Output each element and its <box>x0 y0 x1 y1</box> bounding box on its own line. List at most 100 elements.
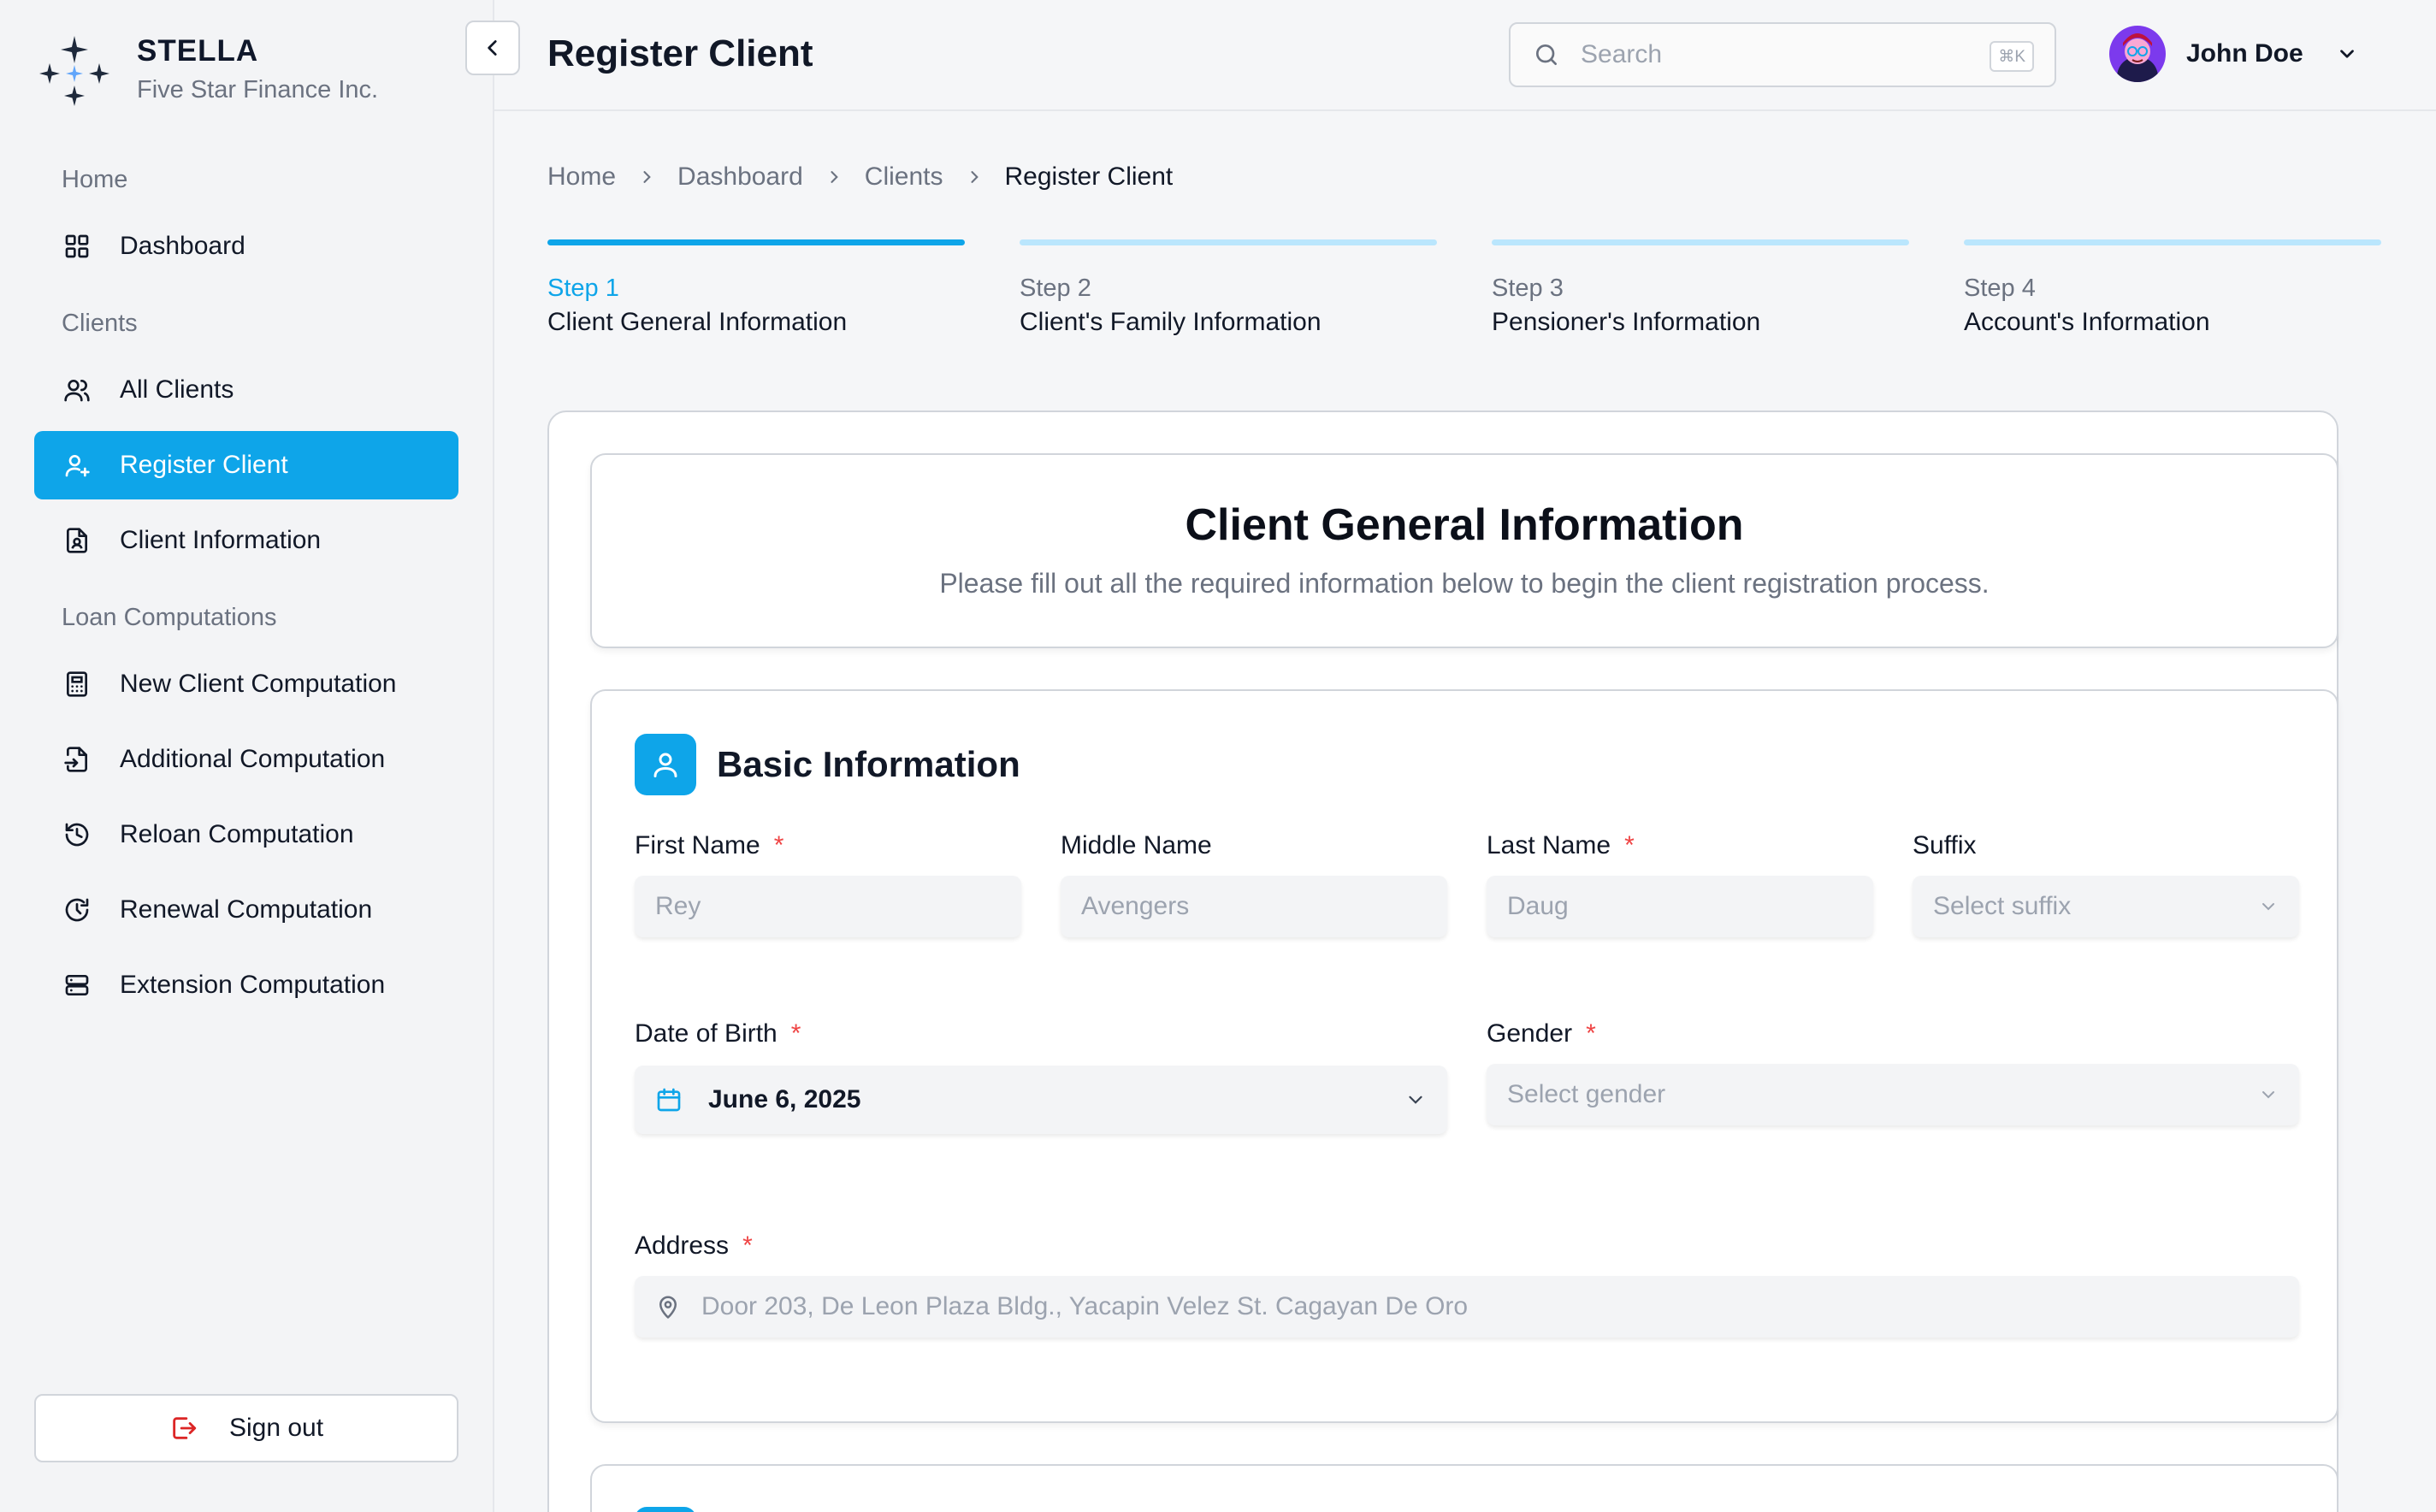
file-plus-icon <box>62 744 92 775</box>
middle-name-label: Middle Name <box>1061 831 1212 859</box>
step-progress-bar <box>547 239 965 245</box>
chevron-right-icon <box>638 168 655 186</box>
sidebar-item-register-client[interactable]: Register Client <box>34 431 458 499</box>
calculator-icon <box>62 669 92 700</box>
brand: STELLA Five Star Finance Inc. <box>38 31 378 108</box>
server-icon <box>62 970 92 1001</box>
suffix-label: Suffix <box>1913 831 1977 859</box>
suffix-placeholder: Select suffix <box>1933 892 2072 920</box>
user-menu[interactable]: John Doe <box>2109 26 2358 82</box>
chevron-right-icon <box>966 168 983 186</box>
address-label: Address * <box>635 1231 753 1260</box>
step-1[interactable]: Step 1 Client General Information <box>547 239 965 337</box>
stars-logo-icon <box>38 32 111 106</box>
step-progress-bar <box>1492 239 1909 245</box>
step-3[interactable]: Step 3 Pensioner's Information <box>1492 239 1909 337</box>
sidebar-item-label: All Clients <box>120 375 234 404</box>
sidebar-item-label: Additional Computation <box>120 745 386 773</box>
step-progress-bar <box>1964 239 2381 245</box>
step-progress-bar <box>1020 239 1437 245</box>
sidebar-item-client-information[interactable]: Client Information <box>34 506 458 575</box>
file-user-icon <box>62 525 92 556</box>
sidebar-item-renewal-computation[interactable]: Renewal Computation <box>34 876 458 944</box>
last-name-label: Last Name * <box>1487 831 1635 859</box>
address-placeholder: Door 203, De Leon Plaza Bldg., Yacapin V… <box>701 1292 1469 1320</box>
page-title: Register Client <box>547 32 813 74</box>
stepper: Step 1 Client General Information Step 2… <box>547 239 2383 351</box>
step-2[interactable]: Step 2 Client's Family Information <box>1020 239 1437 337</box>
sidebar-item-dashboard[interactable]: Dashboard <box>34 212 458 281</box>
step-title: Client General Information <box>547 308 848 336</box>
sidebar-item-extension-computation[interactable]: Extension Computation <box>34 951 458 1019</box>
suffix-field: Suffix Select suffix <box>1913 831 2299 937</box>
step-title: Client's Family Information <box>1020 308 1321 336</box>
sidebar-item-additional-computation[interactable]: Additional Computation <box>34 725 458 794</box>
sidebar-item-label: Reloan Computation <box>120 820 354 848</box>
breadcrumb-home[interactable]: Home <box>547 162 616 192</box>
date-of-birth-picker[interactable]: June 6, 2025 <box>635 1066 1447 1134</box>
step-title: Account's Information <box>1964 308 2210 336</box>
chevron-right-icon <box>825 168 843 186</box>
intro-card: Client General Information Please fill o… <box>590 453 2338 648</box>
user-icon <box>635 734 696 795</box>
chevron-down-icon <box>2258 1084 2279 1105</box>
first-name-field: First Name * Rey <box>635 831 1021 937</box>
search-box[interactable]: ⌘K <box>1509 22 2056 87</box>
brand-subtitle: Five Star Finance Inc. <box>137 76 379 103</box>
step-number: Step 2 <box>1020 275 1091 302</box>
breadcrumb-current: Register Client <box>1004 162 1174 191</box>
chevron-down-icon <box>2258 896 2279 917</box>
step-title: Pensioner's Information <box>1492 308 1761 336</box>
intro-subtitle: Please fill out all the required informa… <box>939 568 1990 599</box>
sign-out-button[interactable]: Sign out <box>34 1394 458 1462</box>
first-name-label: First Name * <box>635 831 784 859</box>
section-badge-icon <box>635 1507 696 1512</box>
sidebar-item-all-clients[interactable]: All Clients <box>34 356 458 424</box>
history-icon <box>62 819 92 850</box>
section-header: Basic Information <box>635 734 1020 795</box>
intro-title: Client General Information <box>1185 500 1744 550</box>
middle-name-field: Middle Name Avengers <box>1061 831 1447 937</box>
nav-section-home: Home <box>62 166 128 193</box>
sidebar-item-label: Register Client <box>120 451 288 479</box>
collapse-sidebar-button[interactable] <box>465 21 520 75</box>
sidebar-item-new-client-computation[interactable]: New Client Computation <box>34 650 458 718</box>
gender-select[interactable]: Select gender <box>1487 1064 2299 1125</box>
nav-section-loan-computations: Loan Computations <box>62 604 277 631</box>
gender-placeholder: Select gender <box>1507 1080 1666 1108</box>
last-name-field: Last Name * Daug <box>1487 831 1873 937</box>
breadcrumb-clients[interactable]: Clients <box>865 162 943 192</box>
sidebar-item-label: Renewal Computation <box>120 895 373 924</box>
avatar <box>2109 26 2166 82</box>
step-number: Step 4 <box>1964 275 2036 302</box>
last-name-input[interactable]: Daug <box>1487 876 1873 937</box>
sidebar-item-reloan-computation[interactable]: Reloan Computation <box>34 800 458 869</box>
app-root: STELLA Five Star Finance Inc. Home Dashb… <box>0 0 2436 1512</box>
step-4[interactable]: Step 4 Account's Information <box>1964 239 2381 337</box>
section-title: Basic Information <box>717 744 1020 784</box>
gender-label: Gender * <box>1487 1019 1596 1048</box>
date-of-birth-field: Date of Birth * June 6, 2025 <box>635 1019 1447 1134</box>
middle-name-input[interactable]: Avengers <box>1061 876 1447 937</box>
chevron-down-icon <box>2336 43 2358 65</box>
map-pin-icon <box>655 1294 681 1320</box>
step-number: Step 1 <box>547 275 619 302</box>
user-name: John Doe <box>2186 39 2303 68</box>
first-name-input[interactable]: Rey <box>635 876 1021 937</box>
next-section-card <box>590 1464 2338 1512</box>
breadcrumb-dashboard[interactable]: Dashboard <box>677 162 803 192</box>
user-plus-icon <box>62 450 92 481</box>
basic-information-card: Basic Information First Name * Rey Middle… <box>590 689 2338 1423</box>
address-field: Address * Door 203, De Leon Plaza Bldg., … <box>635 1231 2299 1338</box>
sidebar-item-label: Dashboard <box>120 232 245 260</box>
breadcrumb: Home Dashboard Clients Register Client <box>547 162 1173 192</box>
date-of-birth-value: June 6, 2025 <box>708 1085 861 1113</box>
sign-out-label: Sign out <box>228 1414 324 1442</box>
chevron-left-icon <box>482 37 504 59</box>
address-input[interactable]: Door 203, De Leon Plaza Bldg., Yacapin V… <box>635 1276 2299 1338</box>
top-header: Register Client ⌘K John Doe <box>494 0 2436 111</box>
suffix-select[interactable]: Select suffix <box>1913 876 2299 937</box>
users-icon <box>62 375 92 405</box>
search-input[interactable] <box>1581 40 1957 69</box>
nav-section-clients: Clients <box>62 310 138 337</box>
